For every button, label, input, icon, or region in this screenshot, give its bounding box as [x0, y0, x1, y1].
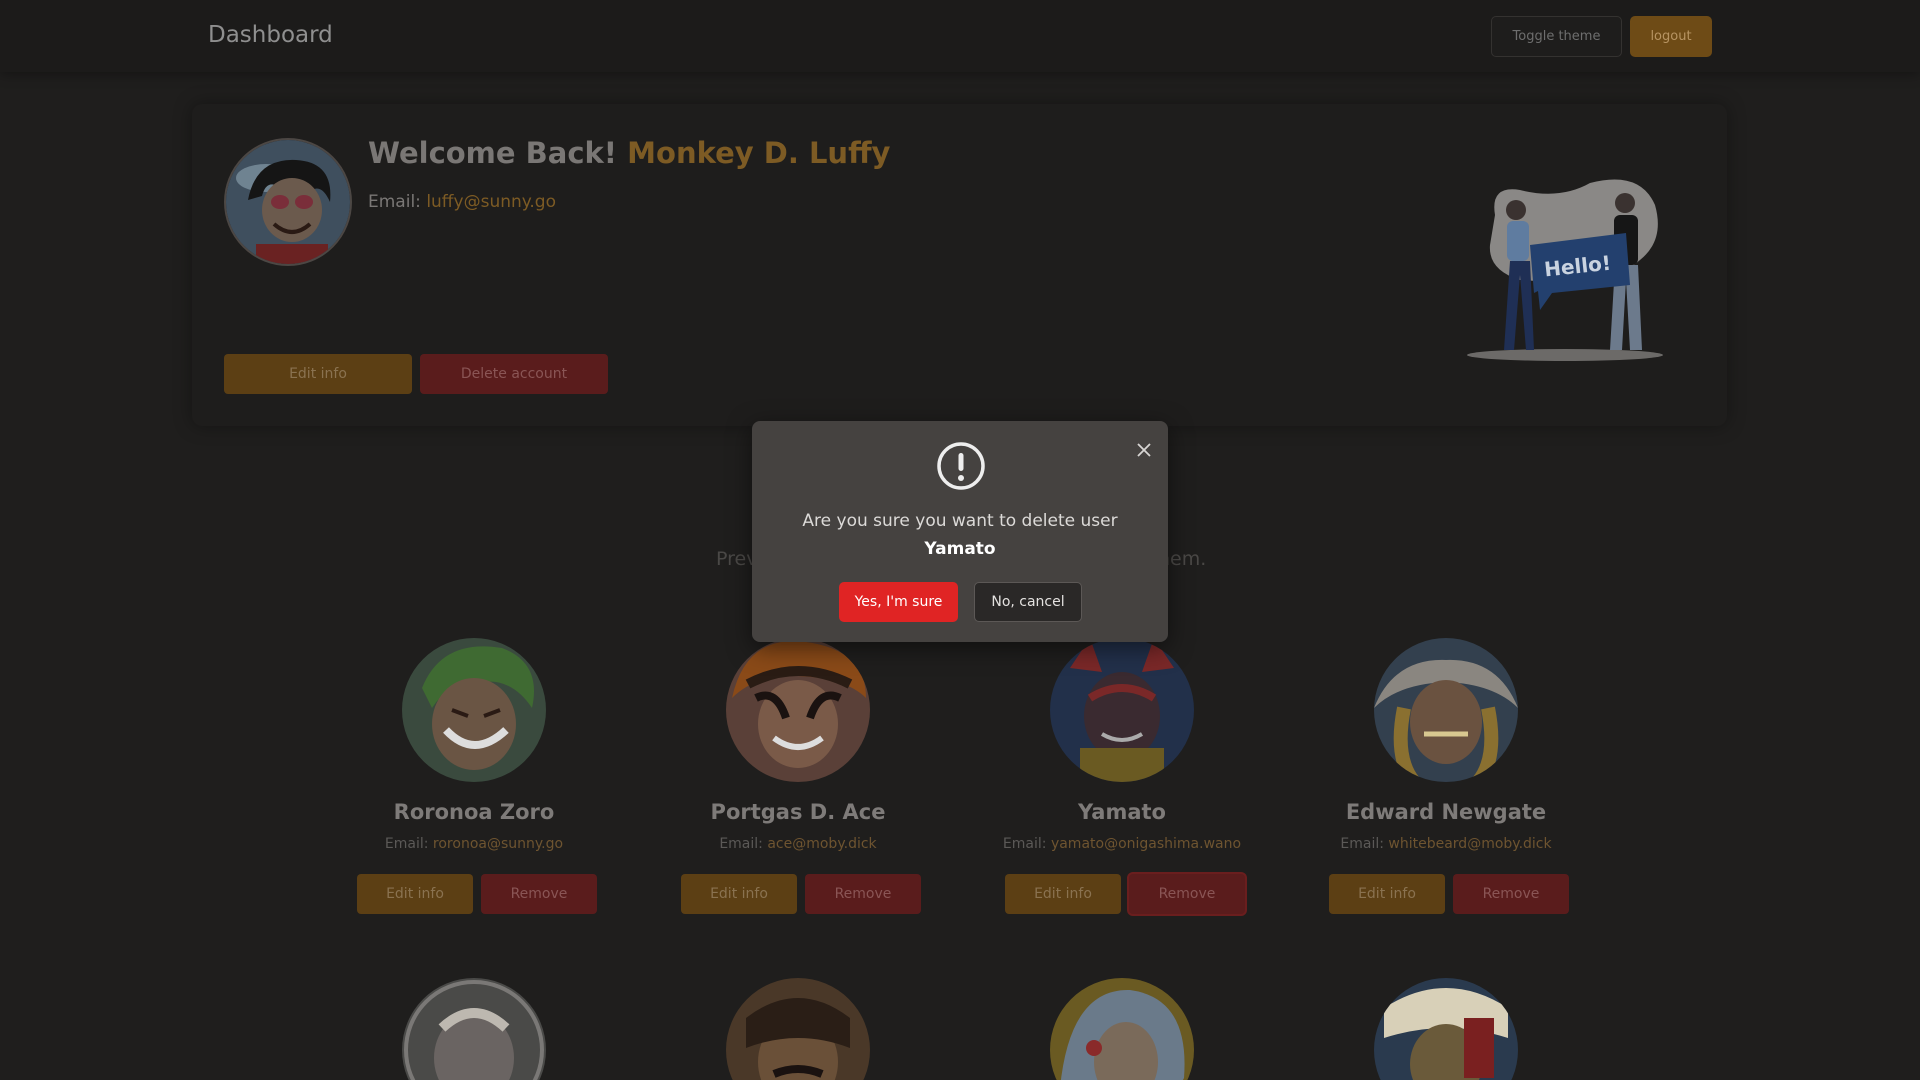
user-avatar: [1050, 638, 1194, 782]
user-avatar: [1050, 978, 1194, 1080]
profile-email: Email: luffy@sunny.go: [368, 192, 556, 212]
user-card: Roronoa Zoro Email: roronoa@sunny.go Edi…: [344, 636, 604, 916]
modal-target-user: Yamato: [924, 539, 996, 559]
user-name: Roronoa Zoro: [393, 800, 555, 824]
user-email: Email: ace@moby.dick: [668, 836, 928, 852]
profile-email-label: Email:: [368, 192, 421, 212]
navbar: Dashboard Toggle theme logout: [0, 0, 1920, 72]
remove-button[interactable]: Remove: [1453, 874, 1569, 914]
brand-title[interactable]: Dashboard: [208, 22, 333, 48]
cancel-button[interactable]: No, cancel: [974, 582, 1082, 622]
user-email: Email: roronoa@sunny.go: [344, 836, 604, 852]
user-email-value: roronoa@sunny.go: [432, 836, 564, 852]
user-email-label: Email:: [1340, 836, 1384, 852]
user-avatar: [726, 638, 870, 782]
modal-message: Are you sure you want to delete user: [802, 511, 1118, 531]
welcome-prefix: Welcome Back!: [368, 136, 618, 170]
user-card: Edward Newgate Email: whitebeard@moby.di…: [1316, 636, 1576, 916]
toggle-theme-button[interactable]: Toggle theme: [1491, 16, 1622, 57]
user-email: Email: yamato@onigashima.wano: [992, 836, 1252, 852]
close-icon[interactable]: [1132, 439, 1156, 463]
user-email: Email: whitebeard@moby.dick: [1316, 836, 1576, 852]
hello-illustration: Hello!: [1460, 165, 1670, 369]
user-avatar: [726, 978, 870, 1080]
delete-confirmation-modal: Are you sure you want to delete user Yam…: [752, 421, 1168, 642]
edit-info-button[interactable]: Edit info: [1329, 874, 1445, 914]
welcome-heading: Welcome Back! Monkey D. Luffy: [368, 136, 890, 170]
remove-button[interactable]: Remove: [481, 874, 597, 914]
remove-button[interactable]: Remove: [1129, 874, 1245, 914]
user-email-label: Email:: [384, 836, 429, 852]
user-email-value: ace@moby.dick: [767, 836, 877, 852]
remove-button[interactable]: Remove: [805, 874, 921, 914]
delete-account-button[interactable]: Delete account: [420, 354, 608, 394]
user-name: Yamato: [1078, 800, 1166, 824]
user-name: Edward Newgate: [1345, 800, 1547, 824]
user-avatar: [402, 978, 546, 1080]
edit-info-button[interactable]: Edit info: [681, 874, 797, 914]
user-name: Portgas D. Ace: [710, 800, 886, 824]
user-card: Yamato Email: yamato@onigashima.wano Edi…: [992, 636, 1252, 916]
user-email-value: whitebeard@moby.dick: [1388, 836, 1552, 852]
user-card: Portgas D. Ace Email: ace@moby.dick Edit…: [668, 636, 928, 916]
edit-info-button[interactable]: Edit info: [1005, 874, 1121, 914]
profile-avatar: [224, 138, 352, 266]
user-email-label: Email:: [719, 836, 763, 852]
profile-email-value: luffy@sunny.go: [426, 192, 556, 212]
confirm-delete-button[interactable]: Yes, I'm sure: [839, 582, 958, 622]
edit-info-button[interactable]: Edit info: [357, 874, 473, 914]
exclamation-circle-icon: [936, 441, 986, 495]
user-avatar: [402, 638, 546, 782]
user-email-value: yamato@onigashima.wano: [1050, 836, 1242, 852]
logout-button[interactable]: logout: [1630, 16, 1712, 57]
user-avatar: [1374, 638, 1518, 782]
profile-name: Monkey D. Luffy: [627, 136, 891, 170]
user-email-label: Email:: [1002, 836, 1047, 852]
user-avatar: [1374, 978, 1518, 1080]
edit-info-button[interactable]: Edit info: [224, 354, 412, 394]
